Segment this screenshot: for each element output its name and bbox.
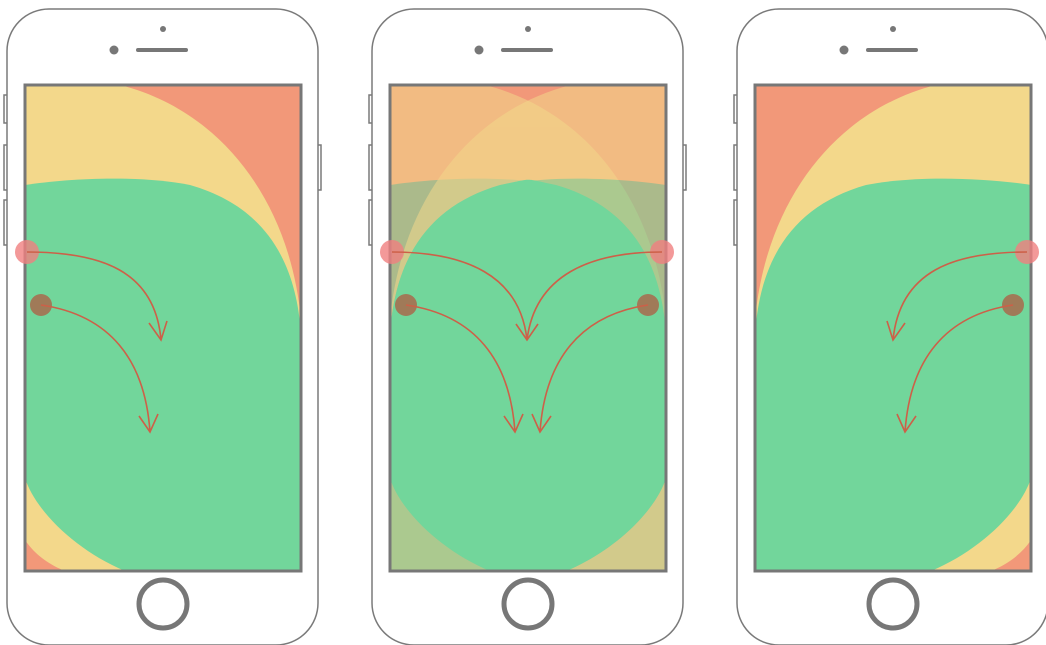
phone-both-hands [368,8,687,645]
zone-easy [755,178,1031,571]
reach-zones [755,85,1031,571]
phone-right-hand [733,8,1046,645]
reach-zones [390,85,666,571]
camera-icon [839,45,849,55]
speaker-dot [160,26,166,32]
reach-zones [25,85,301,571]
zone-easy-overlap [390,179,666,571]
speaker-dot [525,26,531,32]
camera-icon [109,45,119,55]
camera-icon [474,45,484,55]
thumb-zone-diagram [3,8,1046,645]
zone-easy [25,178,301,571]
phone-left-hand [3,8,322,645]
speaker-dot [890,26,896,32]
